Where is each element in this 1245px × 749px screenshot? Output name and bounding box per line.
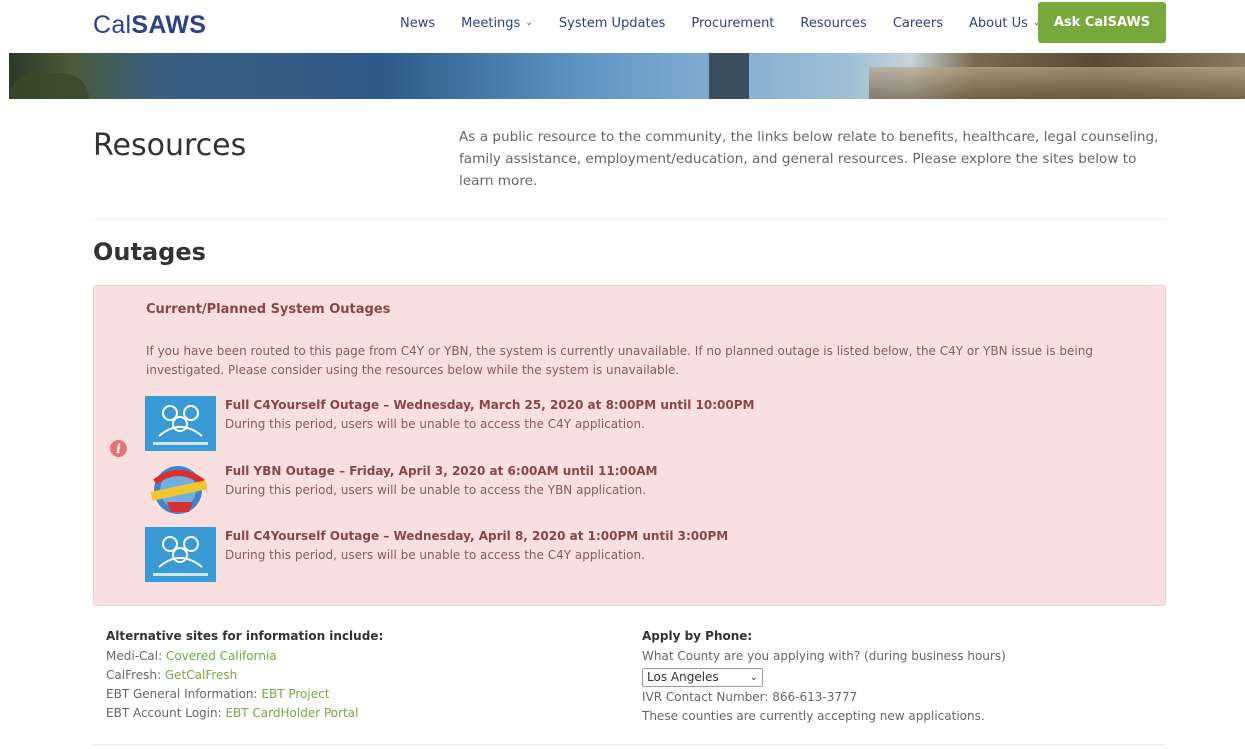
c4yourself-logo bbox=[145, 396, 216, 451]
page-description: As a public resource to the community, t… bbox=[459, 129, 1159, 189]
nav-procurement[interactable]: Procurement bbox=[691, 16, 774, 31]
c4yourself-logo bbox=[145, 527, 216, 582]
nav-resources[interactable]: Resources bbox=[800, 16, 866, 31]
nav-meetings[interactable]: Meetings ⌄ bbox=[461, 16, 533, 31]
outage-description: During this period, users will be unable… bbox=[225, 483, 647, 497]
alert-title: Current/Planned System Outages bbox=[146, 302, 391, 317]
divider bbox=[93, 219, 1166, 220]
hero-banner-image bbox=[9, 53, 1245, 99]
outage-item: Full C4Yourself Outage – Wednesday, Marc… bbox=[145, 396, 1145, 452]
ask-calsaws-button[interactable]: Ask CalSAWS bbox=[1038, 2, 1166, 43]
county-question: What County are you applying with? (duri… bbox=[642, 649, 1006, 663]
ybn-logo bbox=[145, 462, 216, 517]
alt-row: EBT Account Login: EBT CardHolder Portal bbox=[106, 706, 359, 720]
calsaws-logo[interactable]: CalSAWS bbox=[93, 11, 206, 40]
alternative-sites-title: Alternative sites for information includ… bbox=[106, 629, 384, 643]
alternative-sites: Alternative sites for information includ… bbox=[106, 627, 383, 723]
covered-california-link[interactable]: Covered California bbox=[166, 649, 277, 663]
page-title: Resources bbox=[93, 128, 247, 163]
nav-system-updates[interactable]: System Updates bbox=[559, 16, 665, 31]
counties-note: These counties are currently accepting n… bbox=[642, 709, 985, 723]
alt-row: EBT General Information: EBT Project bbox=[106, 687, 330, 701]
nav-careers[interactable]: Careers bbox=[893, 16, 943, 31]
outage-title: Full C4Yourself Outage – Wednesday, Apri… bbox=[225, 529, 729, 543]
chevron-down-icon: ⌄ bbox=[749, 672, 758, 683]
outage-title: Full YBN Outage – Friday, April 3, 2020 … bbox=[225, 464, 658, 478]
nav-about-us[interactable]: About Us ⌄ bbox=[969, 16, 1040, 31]
apply-by-phone: Apply by Phone: What County are you appl… bbox=[642, 627, 1006, 726]
alert-text: If you have been routed to this page fro… bbox=[146, 344, 1093, 377]
outages-heading: Outages bbox=[93, 238, 206, 266]
outage-description: During this period, users will be unable… bbox=[225, 548, 645, 562]
apply-by-phone-title: Apply by Phone: bbox=[642, 629, 753, 643]
outage-title: Full C4Yourself Outage – Wednesday, Marc… bbox=[225, 398, 755, 412]
getcalfresh-link[interactable]: GetCalFresh bbox=[165, 668, 237, 682]
nav-news[interactable]: News bbox=[400, 16, 435, 31]
county-select[interactable]: Los Angeles ⌄ bbox=[642, 668, 763, 687]
chevron-down-icon: ⌄ bbox=[525, 18, 533, 28]
outage-item: Full C4Yourself Outage – Wednesday, Apri… bbox=[145, 527, 1145, 583]
ebt-cardholder-portal-link[interactable]: EBT CardHolder Portal bbox=[225, 706, 358, 720]
alt-row: Medi-Cal: Covered California bbox=[106, 649, 277, 663]
ebt-project-link[interactable]: EBT Project bbox=[261, 687, 329, 701]
outage-alert-box: i Current/Planned System Outages If you … bbox=[93, 285, 1166, 606]
alt-row: CalFresh: GetCalFresh bbox=[106, 668, 238, 682]
county-select-value: Los Angeles bbox=[647, 670, 719, 684]
main-nav: News Meetings ⌄ System Updates Procuremen… bbox=[400, 0, 1066, 46]
info-icon: i bbox=[110, 440, 127, 457]
ivr-contact-number: IVR Contact Number: 866-613-3777 bbox=[642, 690, 858, 704]
divider bbox=[93, 744, 1166, 745]
site-header: CalSAWS News Meetings ⌄ System Updates Pr… bbox=[0, 0, 1245, 50]
outage-item: Full YBN Outage – Friday, April 3, 2020 … bbox=[145, 462, 1145, 518]
outage-description: During this period, users will be unable… bbox=[225, 417, 645, 431]
